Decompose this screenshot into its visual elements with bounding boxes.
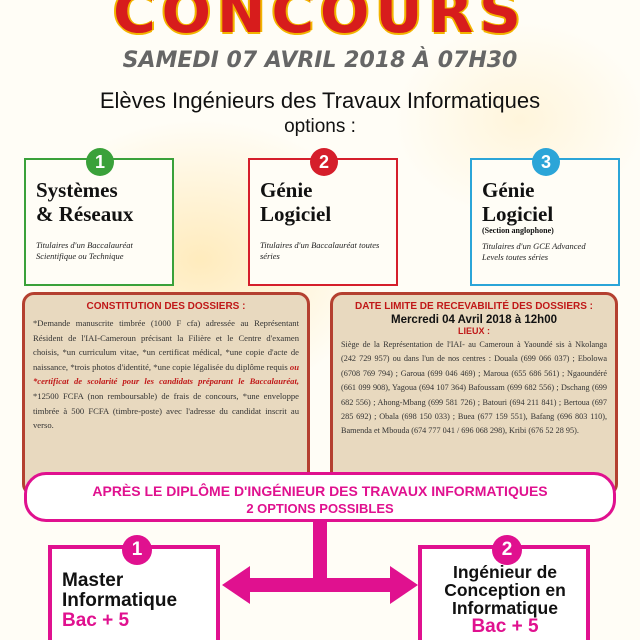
dossiers-box: CONSTITUTION DES DOSSIERS : *Demande man… <box>22 292 310 496</box>
dossiers-text: *Demande manuscrite timbrée (1000 F cfa)… <box>33 316 299 433</box>
option-description: Titulaires d'un Baccalauréat toutes séri… <box>260 240 380 261</box>
option-title: Systèmes & Réseaux <box>36 178 134 226</box>
recevabilite-title: DATE LIMITE DE RECEVABILITÉ DES DOSSIERS… <box>355 301 593 312</box>
path-title: Master Informatique <box>62 570 178 611</box>
dossiers-title: CONSTITUTION DES DOSSIERS : <box>86 301 246 312</box>
option-card-genie-logiciel: 2 Génie Logiciel Titulaires d'un Baccala… <box>248 148 398 286</box>
path-level: Bac + 5 <box>62 610 130 631</box>
path-card-ingenieur-conception: 2 Ingénieur de Conception en Informatiqu… <box>418 535 590 640</box>
recevabilite-date: Mercredi 04 Avril 2018 à 12h00 <box>390 314 557 326</box>
option-number-badge: 3 <box>532 148 560 176</box>
path-title: Ingénieur de Conception en Informatique <box>444 562 566 618</box>
option-description: Titulaires d'un GCE Advanced Levels tout… <box>482 241 586 262</box>
program-heading: Elèves Ingénieurs des Travaux Informatiq… <box>99 88 541 113</box>
option-card-genie-logiciel-anglophone: 3 Génie Logiciel (Section anglophone) Ti… <box>470 148 620 286</box>
path-card-master: 1 Master Informatique Bac + 5 <box>48 535 220 640</box>
lieux-label: LIEUX : <box>457 326 490 336</box>
lieux-text: Siège de la Représentation de l'IAI- au … <box>341 340 607 436</box>
poster-title: CONCOURS <box>113 0 527 46</box>
connector-stem <box>313 520 327 582</box>
option-card-systemes-reseaux: 1 Systèmes & Réseaux Titulaires d'un Bac… <box>24 148 174 286</box>
path-level: Bac + 5 <box>471 616 539 637</box>
dossiers-text-b: *12500 FCFA (non remboursable) de frais … <box>33 390 299 431</box>
connector-bar <box>246 578 396 592</box>
option-subtitle: (Section anglophone) <box>482 226 554 235</box>
arrow-left-icon <box>222 566 250 604</box>
option-number-badge: 1 <box>86 148 114 176</box>
options-label: options : <box>284 116 356 137</box>
option-title: Génie Logiciel <box>482 178 554 226</box>
path-number-badge: 1 <box>122 535 152 565</box>
after-diploma-line1: APRÈS LE DIPLÔME D'INGÉNIEUR DES TRAVAUX… <box>92 483 548 499</box>
option-description: Titulaires d'un Baccalauréat Scientifiqu… <box>36 240 133 261</box>
option-title: Génie Logiciel <box>260 178 332 226</box>
after-diploma-banner: APRÈS LE DIPLÔME D'INGÉNIEUR DES TRAVAUX… <box>24 472 616 522</box>
recevabilite-box: DATE LIMITE DE RECEVABILITÉ DES DOSSIERS… <box>330 292 618 496</box>
exam-date: SAMEDI 07 AVRIL 2018 À 07H30 <box>122 48 518 73</box>
after-diploma-line2: 2 OPTIONS POSSIBLES <box>246 501 394 516</box>
path-number-badge: 2 <box>492 535 522 565</box>
arrow-right-icon <box>390 566 418 604</box>
option-number-badge: 2 <box>310 148 338 176</box>
dossiers-text-a: *Demande manuscrite timbrée (1000 F cfa)… <box>33 318 299 372</box>
